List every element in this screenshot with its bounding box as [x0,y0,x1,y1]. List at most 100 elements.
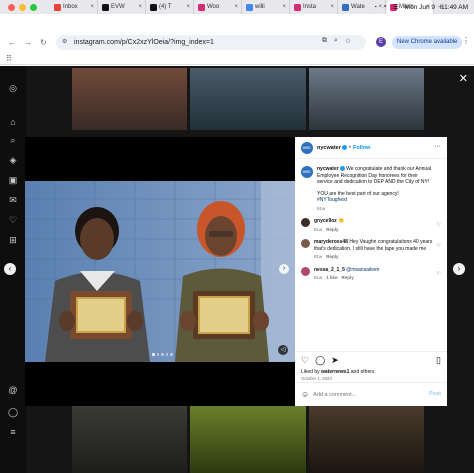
browser-tab[interactable]: willi × [243,0,290,14]
post-side-panel: NYC WATER nycwater • Follow ··· NYC WATE… [295,137,447,406]
back-arrow-icon[interactable]: ← [8,38,16,47]
comment-username[interactable]: gnyce9oz [314,218,337,224]
list-item: gnyce9oz 👏 81w Reply ♡ [301,218,441,233]
browser-tab[interactable]: (4) T × [147,0,194,14]
reply-button[interactable]: Reply [326,254,338,259]
likes-prefix: Liked by [301,369,320,375]
reply-button[interactable]: Reply [326,227,338,232]
comment-age: 81w [314,275,323,280]
browser-tab[interactable]: EVW × [99,0,146,14]
tab-label: EVW [111,4,125,10]
reload-icon[interactable]: ↻ [40,38,47,47]
commenter-avatar[interactable] [301,218,310,227]
bookmarks-bar: ⠿ [0,51,474,65]
like-heart-icon[interactable]: ♡ [301,355,309,366]
tab-close-icon[interactable]: × [90,4,94,10]
comment-likes[interactable]: 1 like [326,275,337,280]
likes-summary: Liked by waternews1 and others [301,369,441,375]
background-post-tile[interactable] [190,68,306,130]
maximize-window-button[interactable] [30,3,37,11]
close-window-button[interactable] [8,3,15,11]
post-comment-button[interactable]: Post [429,391,441,397]
next-image-arrow-icon[interactable]: › [279,264,289,274]
more-options-icon[interactable]: ··· [434,143,441,150]
tab-label: Wate [351,4,365,10]
bookmark-star-icon[interactable]: ☆ [345,37,351,45]
browser-tab[interactable]: Insta × [291,0,338,14]
list-item: nessa_2_1_5 @msansaileen 81w 1 like Reply … [301,266,441,282]
share-icon[interactable]: ➤ [331,355,339,366]
create-icon[interactable]: ⊞ [7,234,19,246]
caption-age: 81w [317,205,326,211]
commenter-avatar[interactable] [301,239,310,248]
threads-icon [150,3,157,11]
likes-suffix[interactable]: and others [351,369,375,375]
instagram-page: ◎ ⌂ ⌕ ◈ ▣ ✉ ♡ ⊞ @ ≡ ◯ ✕ ‹ › › ◁ NYC WATE… [0,66,474,473]
chrome-update-button[interactable]: New Chrome available [392,36,463,49]
apps-grid-icon[interactable]: ⠿ [6,54,12,63]
like-comment-heart-icon[interactable]: ♡ [437,243,441,249]
background-post-tile[interactable] [309,406,424,473]
caption-username[interactable]: nycwater [317,166,339,172]
tab-close-icon[interactable]: × [234,4,238,10]
background-post-tile[interactable] [72,68,187,130]
url-bar[interactable]: ⚙ instagram.com/p/Cx2xzYlOeia/?img_index… [56,35,366,50]
messages-icon[interactable]: ✉ [7,194,19,206]
minimize-window-button[interactable] [19,3,26,11]
comment-input[interactable] [313,391,414,398]
instagram-logo-icon[interactable]: ◎ [7,82,19,94]
caption-hashtag[interactable]: #NYToughest [317,197,433,204]
chrome-menu-icon[interactable]: ⋮ [462,36,470,45]
tab-close-icon[interactable]: × [138,4,142,10]
reels-icon[interactable]: ▣ [7,174,19,186]
commenter-avatar[interactable] [301,266,310,276]
home-icon[interactable]: ⌂ [7,116,19,128]
previous-post-arrow-icon[interactable]: ‹ [4,263,16,275]
like-comment-heart-icon[interactable]: ♡ [437,271,441,277]
tab-label: Insta [303,4,317,10]
tab-close-icon[interactable]: × [282,4,286,10]
tab-close-icon[interactable]: × [186,4,190,10]
system-date: Mon Jun 9 [404,3,436,11]
caption: NYC WATER nycwater We congratulate and t… [301,166,441,212]
tab-label: Woo [207,4,220,10]
zoom-icon[interactable]: ⌕ [334,37,338,45]
author-avatar[interactable]: NYC WATER [301,166,313,186]
explore-icon[interactable]: ◈ [7,154,19,166]
post-actions: ♡ ◯ ➤ ▯ Liked by waternews1 and others O… [295,351,447,381]
comment-username[interactable]: marydeross48 [314,239,348,245]
close-icon[interactable]: ✕ [459,72,468,85]
background-post-tile[interactable] [190,406,306,473]
emoji-icon[interactable]: ☺ [301,390,309,399]
post-media[interactable]: › ◁ [25,137,295,406]
author-username[interactable]: nycwater [317,145,341,151]
reply-button[interactable]: Reply [342,275,354,280]
tab-close-icon[interactable]: × [330,4,334,10]
background-post-tile[interactable] [309,68,424,130]
comment-bubble-icon[interactable]: ◯ [315,355,325,366]
also-from-meta-icon[interactable]: ◯ [7,406,19,418]
comment-mention[interactable]: @msansaileen [346,267,379,273]
notifications-heart-icon[interactable]: ♡ [7,214,19,226]
wifi-icon[interactable]: ◔ [373,4,377,11]
liked-by-user[interactable]: waternews1 [321,369,349,375]
search-icon[interactable]: ⌕ [383,3,387,11]
background-post-tile[interactable] [72,406,187,473]
audio-muted-icon[interactable]: ◁ [278,345,288,355]
follow-button[interactable]: Follow [353,145,370,151]
threads-icon[interactable]: @ [7,384,19,396]
install-icon[interactable]: ⧉ [322,37,327,45]
comment-username[interactable]: nessa_2_1_5 [314,267,345,273]
profile-avatar[interactable]: E [376,37,386,47]
search-icon[interactable]: ⌕ [7,134,19,146]
forward-arrow-icon[interactable]: → [24,38,32,47]
author-avatar[interactable]: NYC WATER [301,141,313,162]
next-post-arrow-icon[interactable]: › [453,263,465,275]
browser-tab[interactable]: Woo × [195,0,242,14]
browser-tab[interactable]: Inbox × [51,0,98,14]
save-bookmark-icon[interactable]: ▯ [436,355,441,366]
control-center-icon[interactable]: ☰ [393,3,399,11]
like-comment-heart-icon[interactable]: ♡ [437,222,441,228]
site-info-icon[interactable]: ⚙ [62,38,67,45]
more-menu-icon[interactable]: ≡ [7,426,19,438]
